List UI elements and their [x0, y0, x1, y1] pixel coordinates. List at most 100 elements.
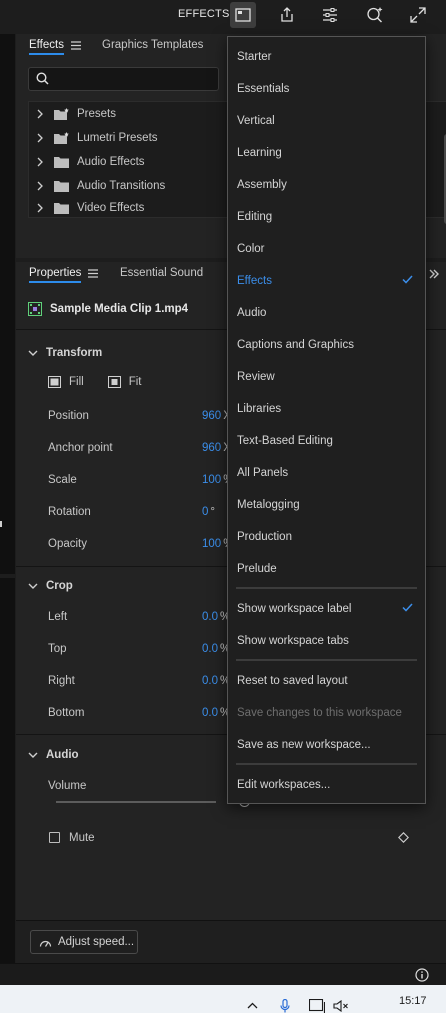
menu-item-all-panels[interactable]: All Panels — [237, 467, 288, 479]
tab-essential-sound[interactable]: Essential Sound — [120, 267, 203, 279]
panel-menu-icon[interactable] — [71, 41, 81, 50]
chevron-down-icon — [28, 350, 38, 356]
chevron-right-icon[interactable] — [37, 203, 47, 213]
crop-left-value[interactable]: 0.0% — [202, 611, 230, 623]
tree-item-audio-transitions[interactable]: Audio Transitions — [29, 174, 229, 198]
tree-item-audio-effects[interactable]: Audio Effects — [29, 150, 229, 174]
crop-section-header[interactable]: Crop — [28, 575, 73, 597]
tab-effects[interactable]: Effects — [29, 39, 64, 55]
panel-overflow-icon[interactable] — [429, 269, 439, 279]
menu-item-text-based-editing[interactable]: Text-Based Editing — [237, 435, 333, 447]
scale-label: Scale — [48, 474, 77, 486]
menu-item-edit-workspaces[interactable]: Edit workspaces... — [237, 779, 330, 791]
microphone-icon[interactable] — [280, 999, 290, 1013]
tips-button[interactable] — [362, 2, 388, 28]
crop-right-value[interactable]: 0.0% — [202, 675, 230, 687]
section-title: Audio — [46, 749, 79, 761]
menu-item-prelude[interactable]: Prelude — [237, 563, 277, 575]
menu-item-libraries[interactable]: Libraries — [237, 403, 281, 415]
clock[interactable]: 15:17 — [399, 995, 427, 1007]
chevron-right-icon[interactable] — [37, 133, 47, 143]
chevron-down-icon — [28, 583, 38, 589]
menu-item-save-as-new-workspace[interactable]: Save as new workspace... — [237, 739, 371, 751]
preset-folder-icon — [54, 108, 70, 120]
fill-button[interactable]: Fill — [69, 376, 84, 388]
chevron-right-icon[interactable] — [37, 157, 47, 167]
chevron-down-icon — [28, 752, 38, 758]
left-panel-edge — [0, 34, 15, 574]
tree-item-label: Presets — [77, 108, 116, 120]
opacity-label: Opacity — [48, 538, 87, 550]
display-icon[interactable] — [309, 999, 325, 1013]
menu-item-reset-to-saved-layout[interactable]: Reset to saved layout — [237, 675, 348, 687]
left-panel-edge-lower — [0, 578, 15, 963]
section-title: Crop — [46, 580, 73, 592]
workspace-label[interactable]: EFFECTS — [178, 8, 230, 20]
tree-item-video-effects[interactable]: Video Effects — [29, 198, 229, 217]
fullscreen-icon — [410, 7, 426, 23]
preset-folder-icon — [54, 132, 70, 144]
menu-item-assembly[interactable]: Assembly — [237, 179, 287, 191]
tree-item-label: Audio Effects — [77, 156, 145, 168]
panel-resize-handle[interactable] — [0, 521, 2, 527]
menu-item-audio[interactable]: Audio — [237, 307, 266, 319]
workspaces-menu: Starter Essentials Vertical Learning Ass… — [227, 36, 426, 804]
checkmark-icon — [402, 603, 413, 612]
quick-export-button[interactable] — [317, 2, 343, 28]
speaker-muted-icon[interactable] — [333, 1000, 349, 1012]
fill-icon[interactable] — [48, 376, 61, 388]
menu-item-editing[interactable]: Editing — [237, 211, 272, 223]
menu-item-effects[interactable]: Effects — [237, 275, 272, 287]
tree-item-label: Audio Transitions — [77, 180, 166, 192]
adjust-speed-label: Adjust speed... — [58, 936, 135, 948]
fit-icon[interactable] — [107, 376, 121, 388]
share-button[interactable] — [274, 2, 300, 28]
tips-icon — [366, 6, 384, 24]
position-label: Position — [48, 410, 89, 422]
panel-menu-icon[interactable] — [88, 269, 98, 278]
volume-slider-track[interactable] — [56, 801, 216, 803]
tree-item-presets[interactable]: Presets — [29, 102, 229, 126]
chevron-right-icon[interactable] — [37, 109, 47, 119]
volume-label: Volume — [48, 780, 87, 792]
menu-item-color[interactable]: Color — [237, 243, 264, 255]
menu-item-review[interactable]: Review — [237, 371, 275, 383]
effects-search-input[interactable] — [28, 67, 219, 91]
crop-top-label: Top — [48, 643, 67, 655]
mute-checkbox[interactable] — [49, 832, 60, 843]
menu-item-production[interactable]: Production — [237, 531, 292, 543]
crop-right-label: Right — [48, 675, 75, 687]
fit-button[interactable]: Fit — [129, 376, 142, 388]
crop-bottom-label: Bottom — [48, 707, 85, 719]
crop-top-value[interactable]: 0.0% — [202, 643, 230, 655]
tab-graphics-templates[interactable]: Graphics Templates — [102, 39, 203, 51]
properties-footer: Adjust speed... — [16, 920, 446, 963]
adjust-speed-button[interactable]: Adjust speed... — [30, 930, 138, 954]
tab-properties[interactable]: Properties — [29, 267, 82, 283]
menu-item-show-workspace-tabs[interactable]: Show workspace tabs — [237, 635, 349, 647]
chevron-right-icon[interactable] — [37, 181, 47, 191]
crop-bottom-value[interactable]: 0.0% — [202, 707, 230, 719]
folder-icon — [54, 180, 70, 192]
menu-item-learning[interactable]: Learning — [237, 147, 282, 159]
menu-separator — [236, 763, 417, 765]
workspaces-button[interactable] — [230, 2, 256, 28]
folder-icon — [54, 156, 70, 168]
info-icon[interactable] — [415, 968, 429, 982]
menu-item-metalogging[interactable]: Metalogging — [237, 499, 300, 511]
keyframe-diamond-icon[interactable] — [398, 832, 409, 843]
menu-item-show-workspace-label[interactable]: Show workspace label — [237, 603, 351, 615]
rotation-value[interactable]: 0 ° — [202, 506, 215, 518]
transform-section-header[interactable]: Transform — [28, 342, 102, 364]
mute-label: Mute — [69, 832, 95, 844]
chevron-up-icon[interactable] — [247, 1002, 258, 1009]
menu-item-starter[interactable]: Starter — [237, 51, 272, 63]
menu-item-captions-and-graphics[interactable]: Captions and Graphics — [237, 339, 354, 351]
menu-item-vertical[interactable]: Vertical — [237, 115, 275, 127]
fullscreen-button[interactable] — [405, 2, 431, 28]
menu-item-essentials[interactable]: Essentials — [237, 83, 289, 95]
audio-section-header[interactable]: Audio — [28, 744, 79, 766]
speedometer-icon — [39, 937, 52, 948]
top-bar: EFFECTS — [0, 0, 446, 30]
tree-item-lumetri-presets[interactable]: Lumetri Presets — [29, 126, 229, 150]
